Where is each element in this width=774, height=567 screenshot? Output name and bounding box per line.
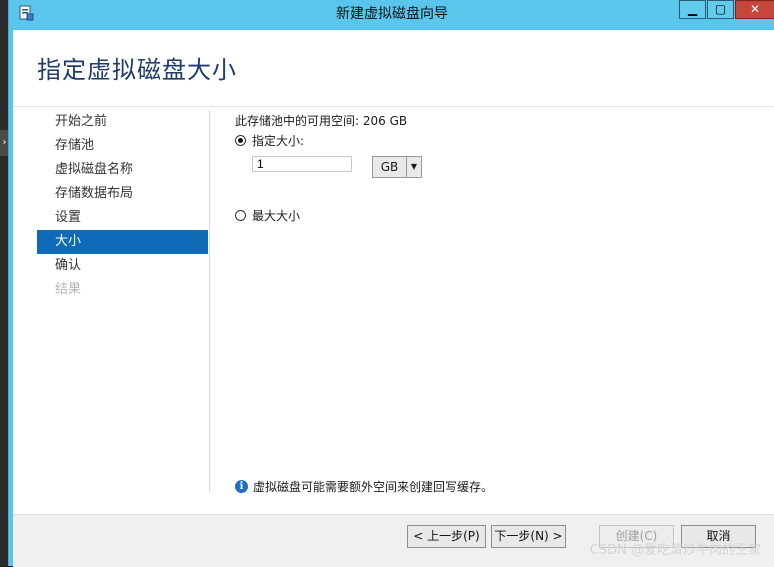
max-size-label: 最大大小 bbox=[252, 209, 301, 223]
nav-item-size[interactable]: 大小 bbox=[37, 230, 208, 254]
available-space-text: 此存储池中的可用空间: 206 GB bbox=[235, 114, 408, 128]
max-size-option[interactable]: 最大大小 bbox=[235, 207, 300, 224]
info-message: i 虚拟磁盘可能需要额外空间来创建回写缓存。 bbox=[235, 478, 493, 495]
title-bar[interactable]: 新建虚拟磁盘向导 ▁ ▢ ✕ bbox=[9, 0, 774, 30]
maximize-button[interactable]: ▢ bbox=[707, 0, 734, 19]
wizard-client-area: 指定虚拟磁盘大小 开始之前 存储池 虚拟磁盘名称 存储数据布局 设置 大小 确认… bbox=[13, 30, 774, 567]
nav-item-storage-layout[interactable]: 存储数据布局 bbox=[37, 182, 208, 206]
max-size-radio[interactable] bbox=[235, 210, 246, 221]
previous-button[interactable]: < 上一步(P) bbox=[407, 525, 486, 548]
chevron-down-icon[interactable]: ▼ bbox=[407, 157, 421, 177]
next-button[interactable]: 下一步(N) > bbox=[491, 525, 566, 548]
unit-value: GB bbox=[373, 157, 407, 177]
size-settings-panel: 此存储池中的可用空间: 206 GB 指定大小: GB ▼ 最大大小 bbox=[235, 110, 755, 510]
wizard-steps-nav: 开始之前 存储池 虚拟磁盘名称 存储数据布局 设置 大小 确认 结果 bbox=[37, 110, 208, 302]
close-button[interactable]: ✕ bbox=[735, 0, 774, 19]
info-text: 虚拟磁盘可能需要额外空间来创建回写缓存。 bbox=[253, 480, 494, 494]
size-input[interactable] bbox=[252, 156, 352, 172]
nav-item-settings[interactable]: 设置 bbox=[37, 206, 208, 230]
nav-item-confirmation[interactable]: 确认 bbox=[37, 254, 208, 278]
nav-item-results: 结果 bbox=[55, 282, 82, 297]
wizard-footer: < 上一步(P) 下一步(N) > 创建(C) 取消 CSDN @爱吃清炒牛肉的… bbox=[13, 514, 774, 567]
nav-item-disk-name[interactable]: 虚拟磁盘名称 bbox=[37, 158, 208, 182]
specify-size-radio[interactable] bbox=[235, 135, 246, 146]
nav-divider bbox=[209, 110, 210, 492]
watermark: CSDN @爱吃清炒牛肉的王家 bbox=[589, 543, 761, 558]
wizard-window: 新建虚拟磁盘向导 ▁ ▢ ✕ 指定虚拟磁盘大小 开始之前 存储池 虚拟磁盘名称 … bbox=[8, 0, 774, 567]
unit-dropdown[interactable]: GB ▼ bbox=[372, 156, 422, 178]
minimize-button[interactable]: ▁ bbox=[679, 0, 706, 19]
specify-size-option[interactable]: 指定大小: bbox=[235, 132, 304, 149]
specify-size-label: 指定大小: bbox=[252, 134, 305, 148]
page-header: 指定虚拟磁盘大小 bbox=[13, 30, 774, 107]
nav-item-storage-pool[interactable]: 存储池 bbox=[37, 134, 208, 158]
nav-item-before-you-begin[interactable]: 开始之前 bbox=[37, 110, 208, 134]
info-icon: i bbox=[235, 480, 248, 493]
window-title: 新建虚拟磁盘向导 bbox=[336, 6, 448, 22]
page-title: 指定虚拟磁盘大小 bbox=[37, 56, 237, 84]
